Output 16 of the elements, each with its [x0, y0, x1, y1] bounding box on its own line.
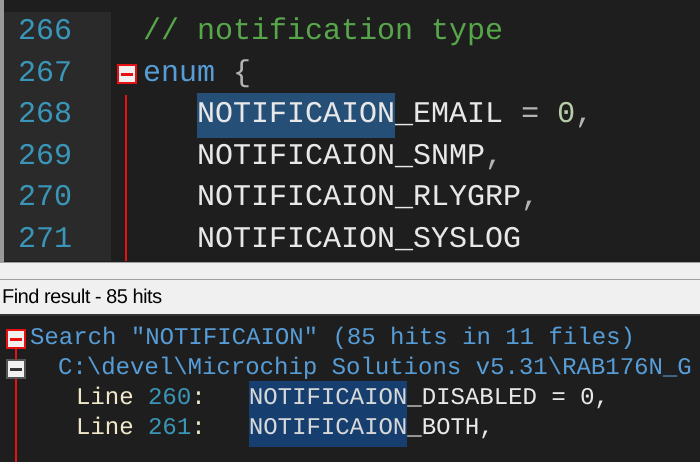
line-number: 270	[18, 180, 72, 218]
code-line: NOTIFICAION_SNMP,	[196, 138, 504, 176]
code-line: NOTIFICAION_SYSLOG	[196, 222, 522, 259]
line-number: 266	[18, 14, 72, 52]
collapse-icon[interactable]	[117, 64, 137, 84]
code-line: NOTIFICAION_EMAIL = 0,	[143, 93, 594, 138]
code-line: NOTIFICAION_RLYGRP,	[196, 180, 540, 218]
line-number: 269	[18, 138, 72, 176]
line-number: 268	[18, 97, 72, 134]
code-line: // notification type	[143, 14, 504, 52]
code-line: enum {	[143, 56, 252, 93]
line-number: 267	[18, 56, 72, 93]
collapse-icon[interactable]	[6, 359, 26, 379]
result-row[interactable]: Line 261: NOTIFICAION_BOTH,	[0, 414, 700, 444]
line-number: 271	[18, 222, 72, 259]
panel-title: Find result - 85 hits	[2, 285, 162, 310]
